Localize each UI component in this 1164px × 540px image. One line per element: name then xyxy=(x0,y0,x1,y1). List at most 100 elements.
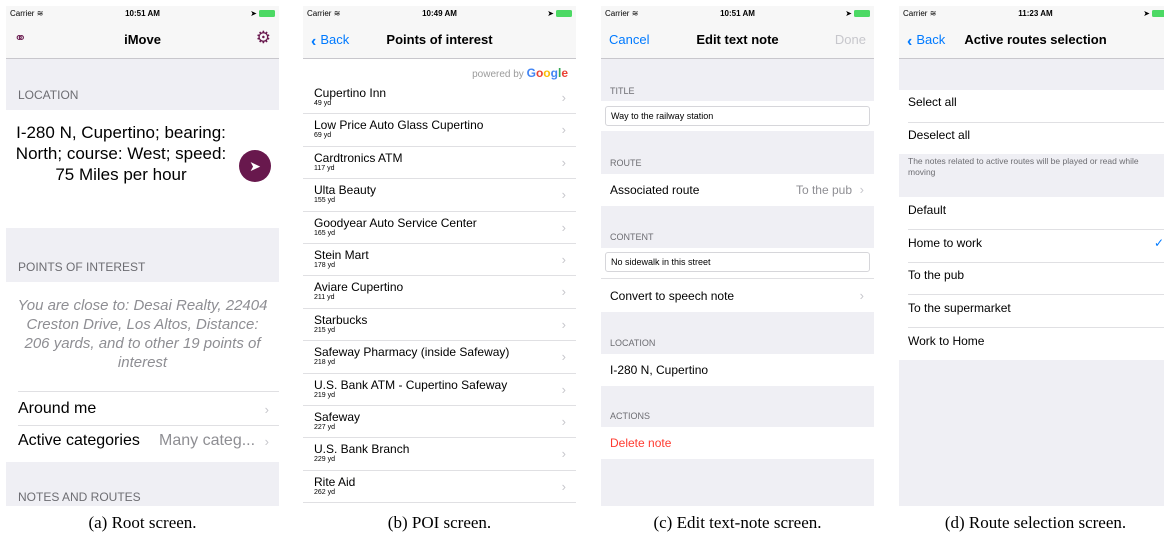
location-arrow-icon: ➤ xyxy=(547,9,554,18)
status-time: 11:23 AM xyxy=(1018,9,1053,18)
send-location-button[interactable]: ➤ xyxy=(239,150,271,182)
poi-list-item[interactable]: Safeway Pharmacy (inside Safeway) 218 yd › xyxy=(303,341,576,374)
route-item[interactable]: To the pub xyxy=(899,268,1164,294)
checkmark-icon: ✓ xyxy=(1153,235,1164,250)
poi-distance: 219 yd xyxy=(314,391,336,399)
page-title: Edit text note xyxy=(696,32,779,47)
location-cell: I-280 N, Cupertino xyxy=(601,354,874,386)
active-categories-row[interactable]: Active categories Many categ... › xyxy=(6,432,279,456)
poi-distance: 165 yd xyxy=(314,229,336,237)
battery-indicator: ➤ xyxy=(1143,9,1164,18)
active-categories-value: Many categ... xyxy=(159,432,256,449)
poi-name: Cardtronics ATM xyxy=(314,150,403,165)
poi-name: Starbucks xyxy=(314,312,368,327)
poi-list-item[interactable]: Low Price Auto Glass Cupertino 69 yd › xyxy=(303,114,576,147)
poi-name: U.S. Bank ATM - Cupertino Safeway xyxy=(314,377,508,392)
notes-section-header: NOTES AND ROUTES xyxy=(18,490,141,504)
poi-distance: 227 yd xyxy=(314,424,336,431)
poi-list-item[interactable]: U.S. Bank Branch 229 yd › xyxy=(303,438,576,471)
poi-name: U.S. Bank Branch xyxy=(314,442,410,457)
poi-list-item[interactable]: Cardtronics ATM 117 yd › xyxy=(303,147,576,180)
poi-name: Low Price Auto Glass Cupertino xyxy=(314,118,484,133)
chevron-right-icon: › xyxy=(561,219,566,235)
route-item[interactable]: To the supermarket xyxy=(899,301,1164,327)
poi-distance: 178 yd xyxy=(314,262,336,269)
chevron-right-icon: › xyxy=(859,288,864,303)
poi-distance: 49 yd xyxy=(314,100,332,107)
divider xyxy=(18,391,279,392)
content-field[interactable]: No sidewalk in this street xyxy=(605,252,870,272)
content-section-header: CONTENT xyxy=(610,232,654,242)
delete-note-button[interactable]: Delete note xyxy=(601,427,874,459)
poi-section-header: POINTS OF INTEREST xyxy=(18,260,146,274)
paper-plane-icon: ➤ xyxy=(249,158,261,174)
poi-name: Rite Aid xyxy=(314,474,356,489)
route-name: Work to Home xyxy=(908,333,985,348)
poi-list-item[interactable]: Starbucks 215 yd › xyxy=(303,309,576,342)
divider xyxy=(908,122,1164,123)
route-item[interactable]: Home to work ✓ xyxy=(899,236,1164,262)
poi-list-item[interactable]: Rite Aid 262 yd › xyxy=(303,471,576,504)
chevron-right-icon: › xyxy=(561,90,566,105)
associated-route-value: To the pub xyxy=(795,183,852,197)
divider xyxy=(908,261,1164,263)
page-title: iMove xyxy=(124,32,161,47)
poi-summary-cell: You are close to: Desai Realty, 22404 Cr… xyxy=(6,282,279,462)
poi-list-item[interactable]: U.S. Bank ATM - Cupertino Safeway 219 yd › xyxy=(303,374,576,406)
poi-name: Stein Mart xyxy=(314,248,369,262)
chevron-right-icon: › xyxy=(561,187,566,203)
divider xyxy=(908,294,1164,296)
chevron-right-icon: › xyxy=(561,154,566,170)
done-button[interactable]: Done xyxy=(835,32,866,47)
route-name: To the supermarket xyxy=(908,301,1011,316)
content-cell: No sidewalk in this street Convert to sp… xyxy=(601,248,874,312)
caption-d: (d) Route selection screen. xyxy=(944,513,1127,532)
poi-distance: 262 yd xyxy=(314,488,336,496)
deselect-all-button[interactable]: Deselect all xyxy=(908,128,970,142)
poi-list-item[interactable]: Safeway 227 yd › xyxy=(303,406,576,439)
chevron-right-icon: › xyxy=(561,284,566,300)
location-section-header: LOCATION xyxy=(18,88,79,102)
route-name: To the pub xyxy=(908,268,965,283)
select-all-button[interactable]: Select all xyxy=(908,95,957,109)
poi-list-item[interactable]: Cupertino Inn 49 yd › xyxy=(303,82,576,115)
poi-list-item[interactable]: Goodyear Auto Service Center 165 yd › xyxy=(303,212,576,244)
poi-name: Safeway Pharmacy (inside Safeway) xyxy=(314,345,510,360)
navbar: ‹ Back Points of interest xyxy=(303,22,576,59)
divider xyxy=(601,278,874,279)
chevron-right-icon: › xyxy=(561,252,566,267)
poi-distance: 215 yd xyxy=(314,326,336,334)
gear-icon[interactable]: ⚙ xyxy=(256,28,271,48)
location-text: I-280 N, Cupertino; bearing: North; cour… xyxy=(15,123,227,184)
poi-distance: 69 yd xyxy=(314,132,332,140)
chevron-right-icon: › xyxy=(859,182,864,197)
select-group: Select all Deselect all xyxy=(899,90,1164,154)
poi-list-item[interactable]: Ulta Beauty 155 yd › xyxy=(303,179,576,212)
chevron-right-icon: › xyxy=(561,414,566,429)
title-field[interactable]: Way to the railway station xyxy=(605,106,870,126)
convert-to-speech-row[interactable]: Convert to speech note xyxy=(610,289,734,303)
poi-distance: 155 yd xyxy=(314,197,336,205)
poi-name: Ulta Beauty xyxy=(314,183,377,198)
associated-route-row[interactable]: Associated route To the pub › xyxy=(601,174,874,206)
poi-distance: 229 yd xyxy=(314,456,336,464)
route-item[interactable]: Work to Home xyxy=(899,334,1164,360)
battery-icon xyxy=(854,10,870,17)
routes-footer-note: The notes related to active routes will … xyxy=(908,156,1139,177)
page-title: Points of interest xyxy=(386,32,493,47)
battery-icon xyxy=(556,10,572,17)
poi-list-item[interactable]: Aviare Cupertino 211 yd › xyxy=(303,276,576,309)
chevron-right-icon: › xyxy=(561,122,566,138)
route-name: Home to work xyxy=(908,235,983,250)
route-name: Default xyxy=(908,203,947,217)
route-item[interactable]: Default xyxy=(899,203,1164,229)
around-me-row[interactable]: Around me › xyxy=(6,400,279,424)
location-arrow-icon: ➤ xyxy=(1143,9,1150,18)
location-cell: I-280 N, Cupertino; bearing: North; cour… xyxy=(6,110,279,228)
caption-c: (c) Edit text-note screen. xyxy=(653,513,822,532)
battery-indicator: ➤ xyxy=(250,9,275,18)
poi-list-item[interactable]: Stein Mart 178 yd › xyxy=(303,244,576,277)
status-bar: Carrier ≋ 11:23 AM ➤ xyxy=(899,6,1164,22)
route-section-header: ROUTE xyxy=(610,158,642,168)
page-title: Active routes selection xyxy=(964,32,1107,47)
